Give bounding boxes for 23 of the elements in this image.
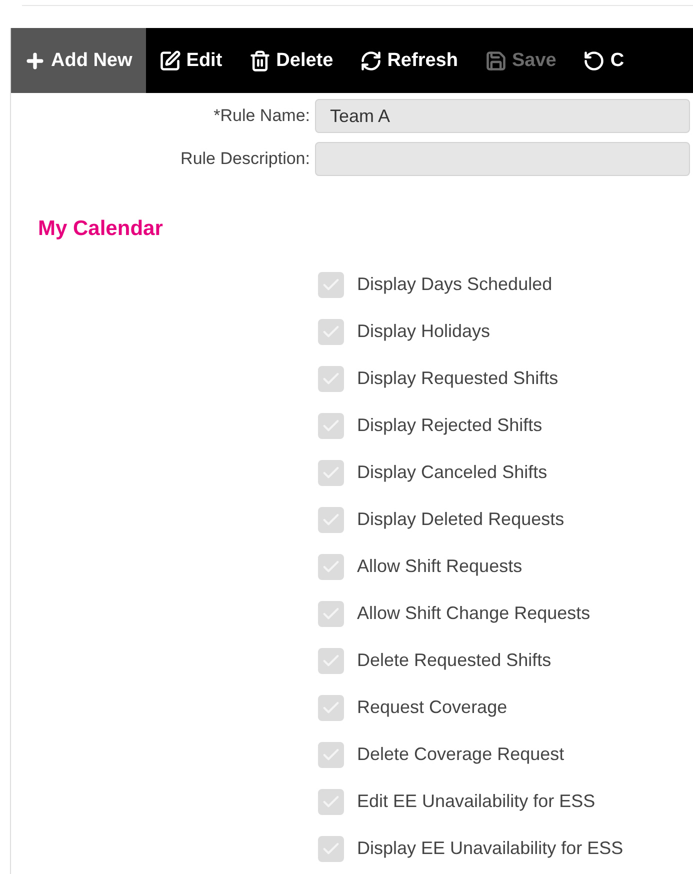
checkbox-label: Allow Shift Requests — [357, 556, 522, 577]
toolbar-button[interactable]: Add New — [11, 28, 146, 93]
checkbox-label: Display Holidays — [357, 321, 490, 342]
field-label: *Rule Name: — [212, 106, 311, 126]
checkbox-label: Delete Requested Shifts — [357, 650, 552, 671]
field-label: Rule Description: — [180, 149, 311, 169]
text-field[interactable]: Team A — [315, 99, 690, 133]
undo-icon — [583, 50, 606, 72]
checkbox-label: Edit EE Unavailability for ESS — [357, 791, 596, 812]
trash-icon — [249, 50, 272, 72]
checkbox-label: Display Days Scheduled — [357, 274, 552, 295]
text-field[interactable] — [315, 142, 690, 176]
checkbox-label: Request Coverage — [357, 697, 508, 718]
checkbox-label: Display Deleted Requests — [357, 509, 564, 530]
edit-icon — [159, 50, 182, 72]
checkbox-label: Display Requested Shifts — [357, 368, 558, 389]
checkbox-label: Display Canceled Shifts — [357, 462, 548, 483]
section-title: My Calendar — [38, 217, 164, 241]
checkbox-label: Display EE Unavailability for ESS — [357, 838, 624, 859]
checkbox-label: Delete Coverage Request — [357, 744, 564, 765]
checkbox-label: Allow Shift Change Requests — [357, 603, 590, 624]
checkbox-label: Display Rejected Shifts — [357, 415, 542, 436]
refresh-icon — [360, 50, 382, 72]
